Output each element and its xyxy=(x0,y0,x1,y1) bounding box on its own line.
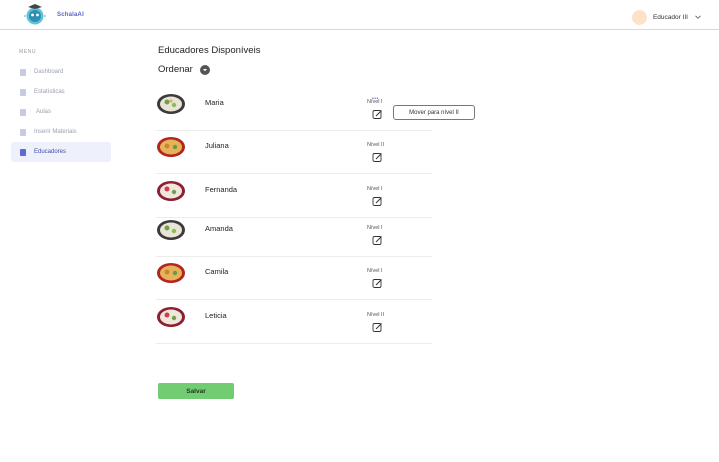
user-menu[interactable]: Educador III xyxy=(631,9,702,25)
menu-title: MENU xyxy=(19,49,37,55)
list-item[interactable]: Camila Nível I xyxy=(156,257,432,300)
list-item[interactable]: Leticia Nível II xyxy=(156,301,432,344)
salad-bowl-icon xyxy=(157,181,185,201)
save-button[interactable]: Salvar xyxy=(158,383,234,399)
salad-bowl-icon xyxy=(157,307,185,327)
edit-icon[interactable] xyxy=(372,278,383,289)
edit-icon[interactable] xyxy=(372,152,383,163)
edit-icon[interactable] xyxy=(372,196,383,207)
sidebar-item-educadores[interactable]: Educadores xyxy=(11,142,111,162)
sidebar-item-label: Dashboard xyxy=(34,69,64,75)
list-item[interactable]: Juliana Nível II xyxy=(156,131,432,174)
user-name[interactable]: Educador III xyxy=(653,14,688,21)
sidebar-item-dashboard[interactable]: Dashboard xyxy=(11,62,111,82)
educator-level: Nível I xyxy=(367,99,383,105)
document-icon xyxy=(20,88,26,96)
educator-name: Leticia xyxy=(205,311,227,320)
educator-name: Amanda xyxy=(205,224,233,233)
food-plate-icon xyxy=(157,137,185,157)
educator-name: Juliana xyxy=(205,141,229,150)
brain-robot-logo-icon xyxy=(24,4,46,25)
list-item[interactable]: Maria ••• Nível I xyxy=(156,88,432,131)
chevron-down-icon[interactable] xyxy=(694,13,702,21)
list-item[interactable]: Amanda Nível I xyxy=(156,214,432,257)
document-icon xyxy=(20,148,26,156)
sidebar-item-label: Inserir Materiais xyxy=(34,129,77,135)
sidebar-item-aulas[interactable]: Aulas xyxy=(11,102,111,122)
move-level-button[interactable]: Mover para nível II xyxy=(393,105,475,120)
food-plate-icon xyxy=(157,263,185,283)
avatar[interactable] xyxy=(631,9,647,25)
educator-name: Fernanda xyxy=(205,185,238,194)
sort-label: Ordenar xyxy=(158,64,193,75)
edit-icon[interactable] xyxy=(372,109,383,120)
sidebar-item-label: Educadores xyxy=(34,149,67,155)
edit-icon[interactable] xyxy=(372,322,383,333)
chart-icon xyxy=(20,68,26,76)
sidebar-item-label: Aulas xyxy=(36,109,52,115)
document-icon xyxy=(20,108,26,116)
document-icon xyxy=(20,128,26,136)
chevron-down-circle-icon[interactable] xyxy=(199,64,210,75)
salad-bowl-icon xyxy=(157,220,185,240)
sort-control[interactable]: Ordenar xyxy=(158,64,210,75)
page-title: Educadores Disponíveis xyxy=(158,45,261,56)
educator-level: Nível I xyxy=(367,225,383,231)
sidebar-item-inserir-materiais[interactable]: Inserir Materiais xyxy=(11,122,111,142)
sidebar-item-estatisticas[interactable]: Estatísticas xyxy=(11,82,111,102)
educator-level: Nível II xyxy=(367,312,385,318)
educator-level: Nível I xyxy=(367,268,383,274)
salad-bowl-icon xyxy=(157,94,185,114)
list-item[interactable]: Fernanda Nível I xyxy=(156,175,432,218)
top-bar: SchalaAI Educador III xyxy=(0,0,719,30)
sidebar-item-label: Estatísticas xyxy=(34,89,65,95)
educator-level: Nível I xyxy=(367,186,383,192)
educator-level: Nível II xyxy=(367,142,385,148)
educator-name: Maria xyxy=(205,98,224,107)
brand-name[interactable]: SchalaAI xyxy=(57,12,84,18)
edit-icon[interactable] xyxy=(372,235,383,246)
educator-name: Camila xyxy=(205,267,229,276)
sidebar-nav: Dashboard Estatísticas Aulas Inserir Mat… xyxy=(11,62,111,162)
